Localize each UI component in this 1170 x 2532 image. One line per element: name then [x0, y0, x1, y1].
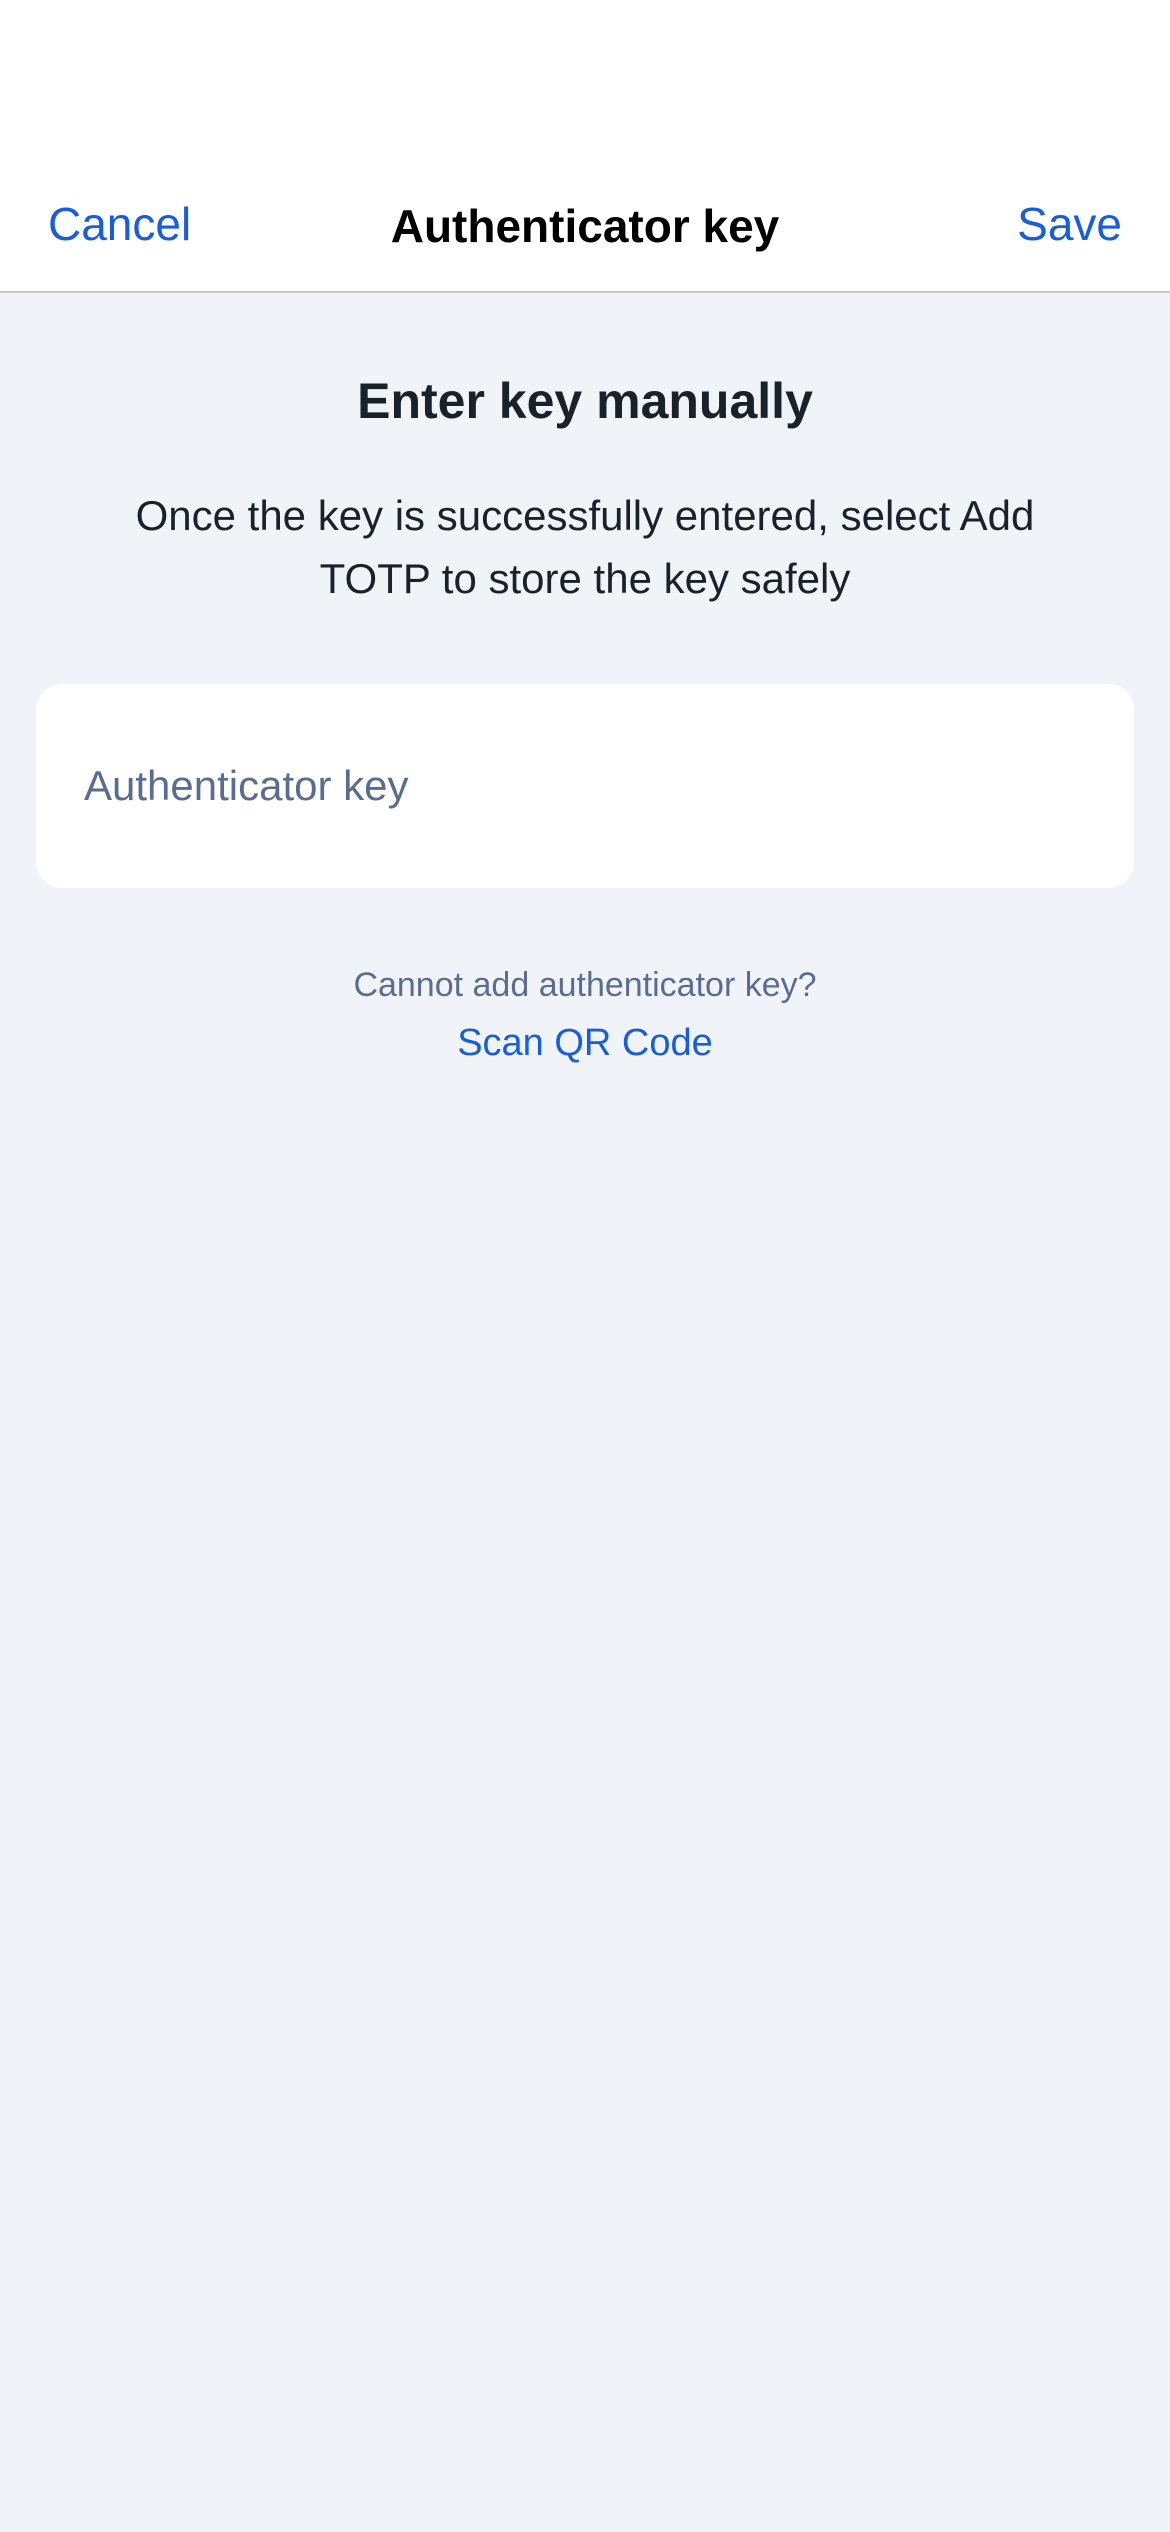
authenticator-key-card [36, 684, 1134, 888]
scan-qr-code-link[interactable]: Scan QR Code [0, 1022, 1170, 1065]
help-text: Cannot add authenticator key? [353, 966, 817, 1004]
save-button[interactable]: Save [1017, 194, 1122, 254]
authenticator-key-input[interactable] [84, 684, 1084, 888]
navigation-bar: Cancel Authenticator key Save [0, 180, 1170, 293]
section-heading: Enter key manually [357, 373, 813, 429]
page-title: Authenticator key [390, 200, 780, 252]
status-bar-area [0, 0, 1170, 180]
instructions-text: Once the key is successfully entered, se… [135, 492, 1035, 602]
